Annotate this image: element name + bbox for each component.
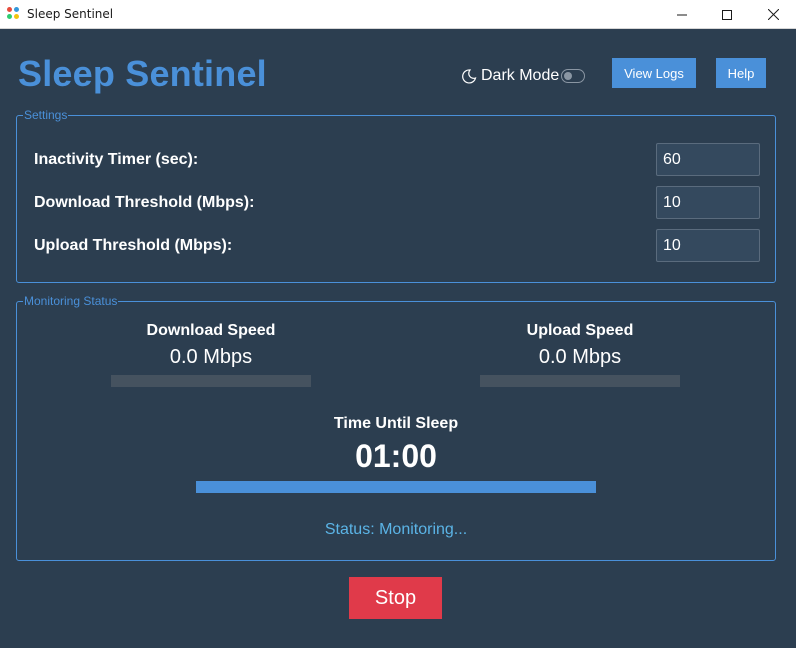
- main-content: Sleep Sentinel Dark Mode View Logs Help …: [0, 29, 796, 648]
- download-speed-label: Download Speed: [146, 322, 276, 339]
- download-speed-bar: [111, 375, 311, 387]
- maximize-icon: [722, 9, 732, 20]
- time-until-sleep-label: Time Until Sleep: [333, 415, 459, 432]
- sleep-countdown-bar-fill: [196, 481, 596, 493]
- download-threshold-label: Download Threshold (Mbps):: [34, 194, 255, 211]
- inactivity-timer-input[interactable]: 60: [656, 143, 760, 176]
- sleep-countdown-bar: [196, 481, 596, 493]
- toggle-knob: [564, 72, 573, 80]
- settings-group: Settings Inactivity Timer (sec): 60 Down…: [16, 108, 776, 283]
- settings-legend: Settings: [23, 108, 69, 122]
- upload-speed-label: Upload Speed: [526, 322, 634, 339]
- close-icon: [767, 9, 779, 20]
- dark-mode-label: Dark Mode: [481, 67, 560, 84]
- close-button[interactable]: [750, 0, 796, 29]
- monitoring-group: Monitoring Status Download Speed 0.0 Mbp…: [16, 294, 776, 561]
- help-button[interactable]: Help: [716, 58, 766, 88]
- dark-mode-toggle[interactable]: [561, 69, 586, 83]
- inactivity-timer-label: Inactivity Timer (sec):: [34, 151, 199, 168]
- upload-speed-bar: [480, 375, 680, 387]
- monitoring-legend: Monitoring Status: [23, 294, 119, 308]
- upload-threshold-label: Upload Threshold (Mbps):: [34, 237, 233, 254]
- window-title: Sleep Sentinel: [27, 7, 114, 21]
- upload-speed-value: 0.0 Mbps: [538, 346, 622, 368]
- app-logo-icon: [7, 7, 21, 21]
- page-title: Sleep Sentinel: [18, 53, 267, 94]
- dark-mode-control[interactable]: Dark Mode: [461, 67, 586, 85]
- download-speed-value: 0.0 Mbps: [169, 346, 253, 368]
- status-text: Status: Monitoring...: [324, 521, 468, 538]
- view-logs-button[interactable]: View Logs: [612, 58, 696, 88]
- time-until-sleep-value: 01:00: [355, 438, 437, 474]
- download-threshold-input[interactable]: 10: [656, 186, 760, 219]
- moon-icon: [462, 69, 477, 84]
- minimize-icon: [677, 14, 687, 15]
- stop-button[interactable]: Stop: [349, 577, 442, 619]
- window-titlebar: Sleep Sentinel: [0, 0, 796, 29]
- upload-threshold-input[interactable]: 10: [656, 229, 760, 262]
- minimize-button[interactable]: [659, 0, 705, 29]
- maximize-button[interactable]: [704, 0, 750, 29]
